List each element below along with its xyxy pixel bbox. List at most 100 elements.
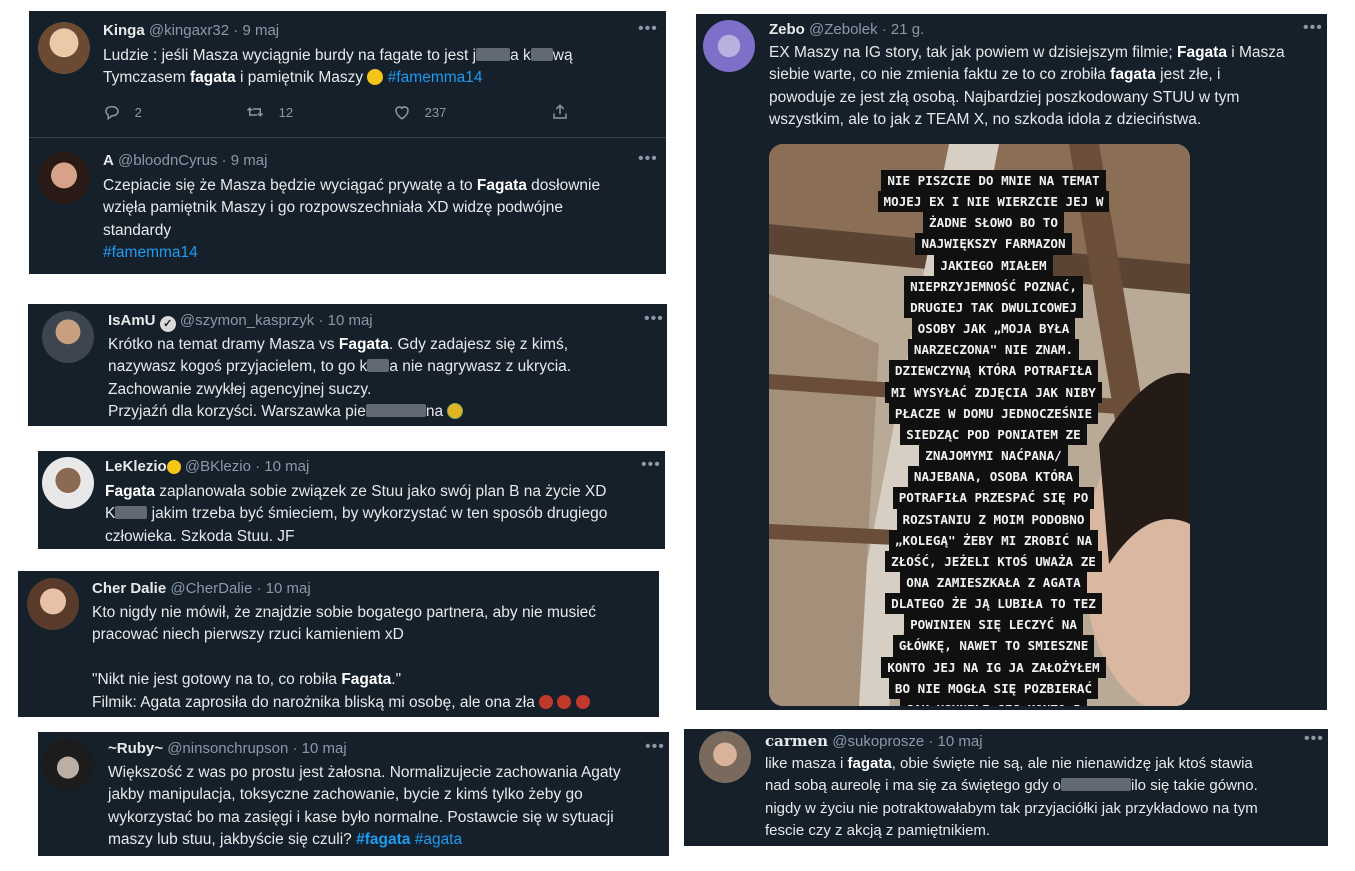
avatar[interactable]	[27, 578, 79, 630]
story-caption-line: NIE PISZCIE DO MNIE NA TEMAT	[881, 170, 1106, 192]
story-image[interactable]: NIE PISZCIE DO MNIE NA TEMAT MOJEJ EX I N…	[769, 144, 1190, 706]
tweet-text: Czepiacie się że Masza będzie wyciągać p…	[103, 175, 600, 265]
story-caption: NIE PISZCIE DO MNIE NA TEMAT MOJEJ EX I N…	[851, 170, 1136, 706]
retweet-icon	[246, 107, 264, 117]
more-options-icon[interactable]: •••	[638, 151, 658, 167]
tweet-text: Kto nigdy nie mówił, że znajdzie sobie b…	[92, 604, 597, 711]
smile-emoji-icon	[367, 69, 384, 86]
tweet-card-carmen: carmen @sukoprosze · 10 maj ••• like mas…	[684, 729, 1328, 846]
reply-count: 2	[134, 105, 142, 120]
author-handle[interactable]: @bloodnCyrus · 9 maj	[118, 152, 267, 169]
nauseated-face-icon	[447, 403, 464, 420]
like-count: 237	[424, 105, 447, 120]
tweet-card-kinga-a: Kinga @kingaxr32 · 9 maj ••• Ludzie : je…	[29, 11, 666, 274]
author-name[interactable]: IsAmU	[108, 312, 156, 329]
censored-word	[476, 48, 511, 61]
author-handle[interactable]: @ninsonchrupson · 10 maj	[167, 740, 347, 757]
story-caption-line: ŻADNE SŁOWO BO TO	[923, 212, 1064, 234]
tweet-text: like masza i fagata, obie święte nie są,…	[765, 755, 1258, 840]
censored-word	[367, 359, 390, 373]
avatar[interactable]	[42, 739, 94, 791]
story-caption-line: ZNAJOMYMI NAĆPANA/	[919, 445, 1068, 467]
ogre-emoji-icon	[575, 694, 590, 709]
verified-badge-icon: ✓	[159, 316, 176, 332]
author-name[interactable]: carmen	[765, 732, 828, 750]
more-options-icon[interactable]: •••	[641, 457, 661, 473]
author-handle[interactable]: @CherDalie · 10 maj	[170, 580, 310, 597]
more-options-icon[interactable]: •••	[644, 311, 664, 327]
tweet-text: Fagata zaplanowała sobie związek ze Stuu…	[105, 483, 608, 545]
story-caption-line: JAK USUNĘLI JEJ KONTO 5	[900, 698, 1087, 706]
share-button[interactable]	[551, 103, 569, 121]
share-icon	[553, 104, 567, 119]
hashtag-link[interactable]: #fagata	[356, 831, 410, 848]
tweet-card-leklezio: LeKlezio @BKlezio · 10 maj ••• Fagata za…	[38, 451, 665, 549]
story-caption-line: ROZSTANIU Z MOIM PODOBNO	[896, 508, 1091, 530]
avatar[interactable]	[38, 152, 90, 204]
tweet-card-ruby: ~Ruby~ @ninsonchrupson · 10 maj ••• Więk…	[38, 732, 669, 856]
story-caption-line: PŁACZE W DOMU JEDNOCZEŚNIE	[888, 402, 1099, 424]
story-caption-line: POTRAFIŁA PRZESPAĆ SIĘ PO	[892, 487, 1095, 509]
censored-word	[1061, 778, 1132, 792]
author-name[interactable]: A	[103, 152, 114, 169]
author-name[interactable]: LeKlezio	[105, 458, 167, 475]
more-options-icon[interactable]: •••	[1304, 731, 1324, 747]
ogre-emoji-icon	[557, 694, 572, 709]
tweet-card-zebo: Zebo @Zebolek · 21 g. ••• EX Maszy na IG…	[696, 14, 1327, 710]
hashtag-link[interactable]: #famemma14	[103, 242, 600, 264]
story-caption-line: MOJEJ EX I NIE WIERZCIE JEJ W	[877, 191, 1110, 213]
story-caption-line: MI WYSYŁAĆ ZDJĘCIA JAK NIBY	[885, 381, 1102, 403]
avatar[interactable]	[699, 731, 751, 783]
cowboy-emoji-icon	[166, 460, 181, 474]
like-button[interactable]: 237	[393, 103, 446, 121]
more-options-icon[interactable]: •••	[638, 21, 658, 37]
author-name[interactable]: Kinga	[103, 22, 145, 39]
story-caption-line: NARZECZONA" NIE ZNAM.	[907, 339, 1080, 361]
tweet-text: EX Maszy na IG story, tak jak powiem w d…	[769, 44, 1285, 129]
avatar[interactable]	[703, 20, 755, 72]
story-caption-line: „KOLEGĄ" ŻEBY MI ZROBIĆ NA	[888, 529, 1099, 551]
story-caption-line: KONTO JEJ NA IG JA ZAŁOŻYŁEM	[881, 656, 1106, 678]
story-caption-line: POWINIEN SIĘ LECZYĆ NA	[904, 614, 1083, 636]
story-caption-line: SIEDZĄC POD PONIATEM ZE	[900, 423, 1087, 446]
story-caption-line: DLATEGO ŻE JĄ LUBIŁA TO TEZ	[885, 593, 1102, 615]
story-caption-line: DZIEWCZYNĄ KTÓRA POTRAFIŁA	[888, 360, 1099, 382]
retweet-count: 12	[278, 105, 294, 120]
hashtag-link[interactable]: #famemma14	[388, 69, 483, 86]
author-name[interactable]: Cher Dalie	[92, 580, 166, 597]
ogre-emoji-icon	[539, 694, 554, 709]
heart-icon	[395, 106, 409, 120]
censored-word	[365, 404, 426, 418]
author-name[interactable]: ~Ruby~	[108, 740, 163, 757]
story-caption-line: ZŁOŚĆ, JEŻELI KTOŚ UWAŻA ZE	[885, 550, 1102, 572]
story-caption-line: BO NIE MOGŁA SIĘ POZBIERAĆ	[888, 677, 1099, 699]
story-caption-line: NIEPRZYJEMNOŚĆ POZNAĆ,	[904, 275, 1083, 297]
more-options-icon[interactable]: •••	[1303, 20, 1323, 36]
story-caption-line: GŁÓWKĘ, NAWET TO SMIESZNE	[892, 635, 1095, 657]
author-handle[interactable]: @Zebolek · 21 g.	[809, 21, 924, 38]
author-name[interactable]: Zebo	[769, 21, 805, 38]
story-caption-line: NAJWIĘKSZY FARMAZON	[915, 233, 1072, 255]
reply-icon	[105, 106, 119, 121]
avatar[interactable]	[42, 457, 94, 509]
story-caption-line: JAKIEGO MIAŁEM	[934, 254, 1053, 276]
reply-button[interactable]: 2	[103, 103, 142, 121]
avatar[interactable]	[42, 311, 94, 363]
author-handle[interactable]: @sukoprosze · 10 maj	[832, 733, 982, 750]
hashtag-link[interactable]: #agata	[415, 831, 462, 848]
retweet-button[interactable]: 12	[245, 103, 293, 121]
author-handle[interactable]: @BKlezio · 10 maj	[185, 458, 309, 475]
avatar[interactable]	[38, 22, 90, 74]
tweet-card-cherdalie: Cher Dalie @CherDalie · 10 maj Kto nigdy…	[18, 571, 659, 717]
author-handle[interactable]: @szymon_kasprzyk · 10 maj	[180, 312, 373, 329]
censored-word	[115, 506, 148, 520]
story-caption-line: ONA ZAMIESZKAŁA Z AGATA	[900, 571, 1087, 594]
story-caption-line: OSOBY JAK „MOJA BYŁA	[911, 318, 1076, 340]
censored-word	[530, 48, 553, 61]
story-caption-line: NAJEBANA, OSOBA KTÓRA	[907, 466, 1080, 488]
author-handle[interactable]: @kingaxr32 · 9 maj	[149, 22, 279, 39]
more-options-icon[interactable]: •••	[645, 739, 665, 755]
tweet-text: Większość z was po prostu jest żałosna. …	[108, 764, 621, 849]
tweet-card-isamu: IsAmU ✓ @szymon_kasprzyk · 10 maj ••• Kr…	[28, 304, 667, 426]
tweet-text: Krótko na temat dramy Masza vs Fagata. G…	[108, 336, 572, 421]
